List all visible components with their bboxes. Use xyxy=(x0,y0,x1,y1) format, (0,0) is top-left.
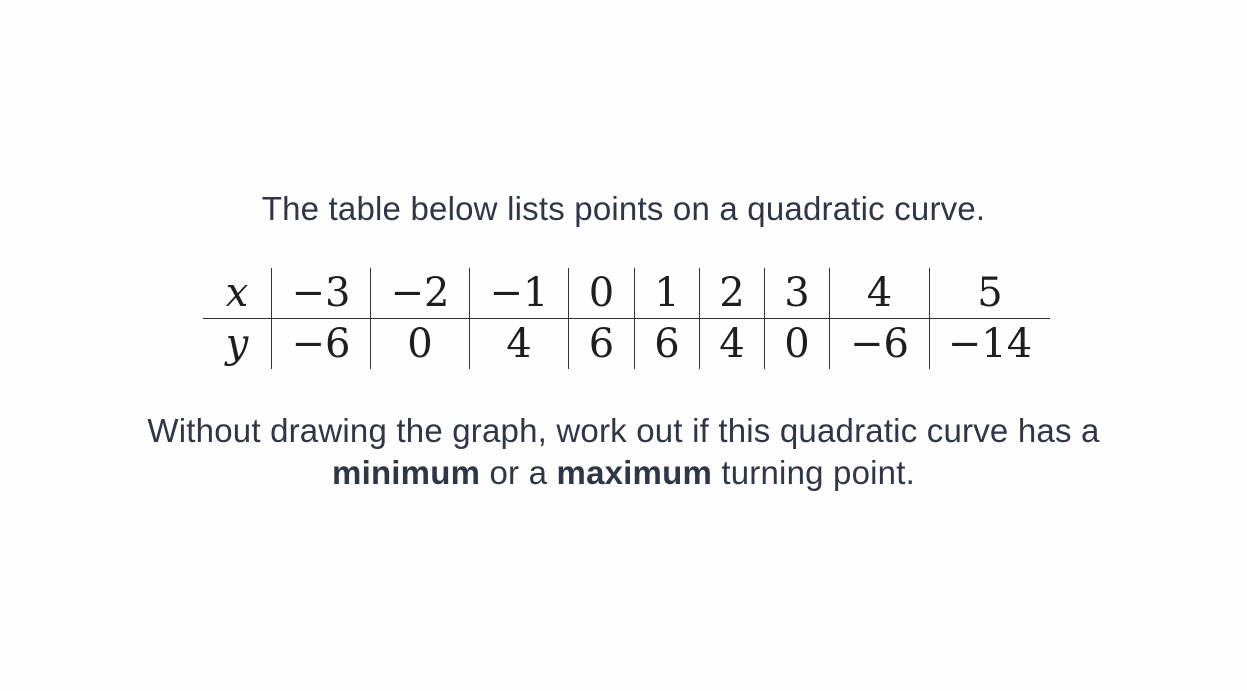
values-table: x −3 −2 −1 0 1 2 3 4 5 y −6 0 4 6 6 4 0 … xyxy=(203,268,1050,369)
y-cell: −6 xyxy=(271,318,371,369)
term-maximum: maximum xyxy=(556,454,712,491)
x-cell: −2 xyxy=(370,268,470,319)
x-label: x xyxy=(203,268,272,319)
intro-text: The table below lists points on a quadra… xyxy=(261,190,986,227)
y-cell: −14 xyxy=(929,318,1050,369)
term-minimum: minimum xyxy=(332,454,481,491)
y-row: y −6 0 4 6 6 4 0 −6 −14 xyxy=(203,318,1050,369)
x-cell: 5 xyxy=(929,268,1050,319)
question-text: Without drawing the graph, work out if t… xyxy=(0,410,1247,494)
x-cell: 1 xyxy=(634,268,700,319)
y-cell: 4 xyxy=(469,318,569,369)
x-cell: −3 xyxy=(271,268,371,319)
y-cell: −6 xyxy=(829,318,930,369)
question-connector: or a xyxy=(480,454,557,491)
y-cell: 0 xyxy=(764,318,830,369)
y-label: y xyxy=(225,321,249,367)
x-row: x −3 −2 −1 0 1 2 3 4 5 xyxy=(203,268,1050,319)
question-tail: turning point. xyxy=(712,454,915,491)
y-cell: 0 xyxy=(370,318,470,369)
x-cell: 2 xyxy=(699,268,765,319)
x-cell: 0 xyxy=(568,268,635,319)
x-cell: 4 xyxy=(829,268,930,319)
y-cell: 6 xyxy=(634,318,700,369)
question-line-1: Without drawing the graph, work out if t… xyxy=(147,412,1100,449)
y-cell: 4 xyxy=(699,318,765,369)
x-cell: 3 xyxy=(764,268,830,319)
y-cell: 6 xyxy=(568,318,635,369)
x-cell: −1 xyxy=(469,268,569,319)
question-line-2: minimum or a maximum turning point. xyxy=(0,452,1247,494)
